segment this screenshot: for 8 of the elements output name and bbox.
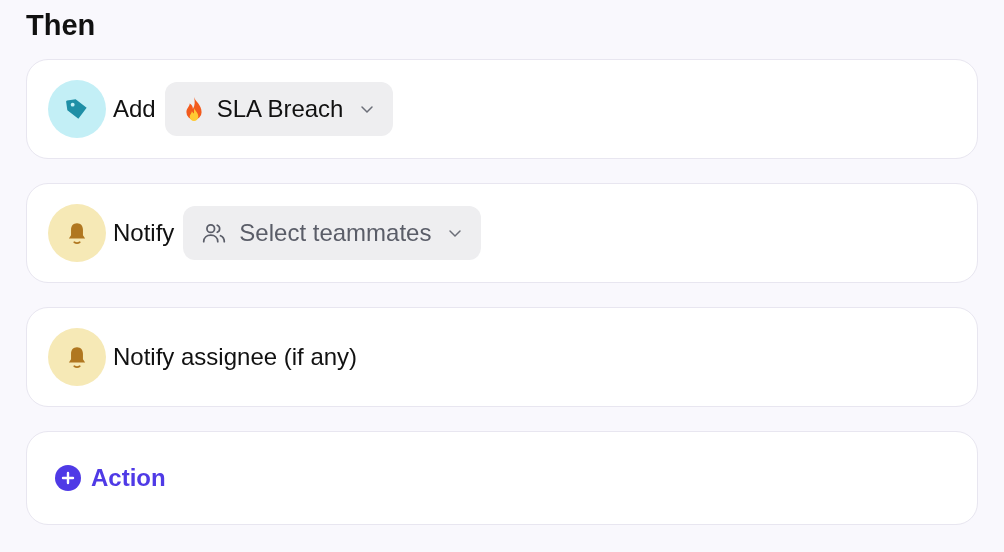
action-label: Notify assignee (if any) — [113, 343, 358, 371]
action-label: Notify — [113, 219, 175, 247]
plus-icon — [55, 465, 81, 491]
tag-dropdown[interactable]: SLA Breach — [164, 82, 394, 136]
add-action-button[interactable]: Action — [55, 464, 166, 492]
teammates-dropdown[interactable]: Select teammates — [183, 206, 482, 260]
action-label: Add — [113, 95, 156, 123]
section-heading: Then — [26, 8, 97, 43]
